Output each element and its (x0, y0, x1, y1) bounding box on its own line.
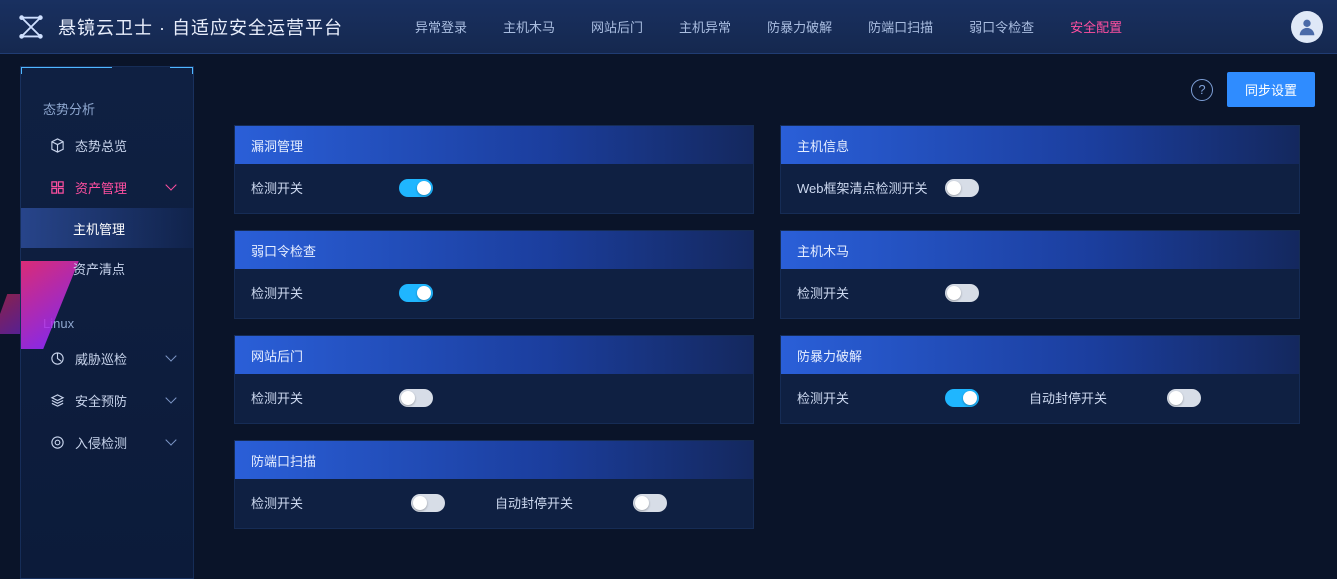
target-icon (49, 434, 65, 450)
layers-icon (49, 392, 65, 408)
cube-icon (49, 137, 65, 153)
detect-switch[interactable] (399, 389, 433, 407)
main-content: ? 同步设置 漏洞管理 检测开关 主机信息 Web框架清点检测开关 弱口令 (212, 54, 1337, 579)
detect-switch[interactable] (945, 179, 979, 197)
panel-title: 防暴力破解 (781, 336, 1299, 374)
topnav-brute-force[interactable]: 防暴力破解 (749, 0, 850, 53)
auto-block-switch[interactable] (633, 494, 667, 512)
panel-title: 防端口扫描 (235, 441, 753, 479)
sidebar-item-label: 资产管理 (75, 178, 127, 197)
sidebar-item-label: 入侵检测 (75, 433, 127, 452)
panel-brute-force: 防暴力破解 检测开关 自动封停开关 (780, 335, 1300, 424)
grid-icon (49, 179, 65, 195)
sidebar-item-threat-patrol[interactable]: 威胁巡检 (21, 337, 193, 379)
switch-label: 检测开关 (797, 283, 945, 302)
panel-title: 网站后门 (235, 336, 753, 374)
switch-label: 自动封停开关 (495, 493, 573, 512)
switch-label: Web框架清点检测开关 (797, 178, 945, 197)
top-nav: 异常登录 主机木马 网站后门 主机异常 防暴力破解 防端口扫描 弱口令检查 安全… (397, 0, 1140, 53)
panel-title: 弱口令检查 (235, 231, 753, 269)
detect-switch[interactable] (411, 494, 445, 512)
detect-switch[interactable] (945, 389, 979, 407)
detect-switch[interactable] (399, 179, 433, 197)
user-avatar[interactable] (1291, 11, 1323, 43)
radar-icon (49, 350, 65, 366)
sidebar-item-label: 威胁巡检 (75, 349, 127, 368)
topnav-host-trojan[interactable]: 主机木马 (485, 0, 573, 53)
sidebar-item-intrusion-detect[interactable]: 入侵检测 (21, 421, 193, 463)
sidebar: 态势分析 态势总览 资产管理 主机管理 资产清点 Linux 威胁巡检 (20, 66, 194, 579)
brand-title: 悬镜云卫士 · 自适应安全运营平台 (58, 14, 343, 40)
sync-settings-button[interactable]: 同步设置 (1227, 72, 1315, 107)
topnav-port-scan[interactable]: 防端口扫描 (850, 0, 951, 53)
switch-label: 检测开关 (251, 388, 399, 407)
panel-web-backdoor: 网站后门 检测开关 (234, 335, 754, 424)
panel-title: 主机信息 (781, 126, 1299, 164)
brand-logo-icon (14, 10, 48, 44)
panel-host-info: 主机信息 Web框架清点检测开关 (780, 125, 1300, 214)
panel-vuln-mgmt: 漏洞管理 检测开关 (234, 125, 754, 214)
sidebar-sub-asset-inventory[interactable]: 资产清点 (21, 248, 193, 288)
topnav-host-abnormal[interactable]: 主机异常 (661, 0, 749, 53)
switch-label: 检测开关 (251, 283, 399, 302)
switch-label: 自动封停开关 (1029, 388, 1107, 407)
switch-label: 检测开关 (251, 178, 399, 197)
topnav-security-config[interactable]: 安全配置 (1052, 0, 1140, 53)
sidebar-item-label: 态势总览 (75, 136, 127, 155)
sidebar-section-situation: 态势分析 (21, 89, 193, 124)
sidebar-item-asset-mgmt[interactable]: 资产管理 (21, 166, 193, 208)
panel-weak-pwd: 弱口令检查 检测开关 (234, 230, 754, 319)
panel-grid: 漏洞管理 检测开关 主机信息 Web框架清点检测开关 弱口令检查 检 (234, 125, 1315, 529)
toolbar: ? 同步设置 (234, 72, 1315, 107)
auto-block-switch[interactable] (1167, 389, 1201, 407)
help-icon[interactable]: ? (1191, 79, 1213, 101)
sidebar-item-label: 安全预防 (75, 391, 127, 410)
topnav-weak-pwd[interactable]: 弱口令检查 (951, 0, 1052, 53)
sidebar-item-label: 主机管理 (73, 219, 125, 238)
sidebar-item-security-prevent[interactable]: 安全预防 (21, 379, 193, 421)
detect-switch[interactable] (945, 284, 979, 302)
switch-label: 检测开关 (251, 493, 321, 512)
sidebar-item-overview[interactable]: 态势总览 (21, 124, 193, 166)
switch-label: 检测开关 (797, 388, 945, 407)
detect-switch[interactable] (399, 284, 433, 302)
sidebar-section-linux: Linux (21, 306, 193, 337)
header-bar: 悬镜云卫士 · 自适应安全运营平台 异常登录 主机木马 网站后门 主机异常 防暴… (0, 0, 1337, 54)
panel-title: 主机木马 (781, 231, 1299, 269)
sidebar-item-label: 资产清点 (73, 259, 125, 278)
sidebar-sub-host-mgmt[interactable]: 主机管理 (21, 208, 193, 248)
topnav-abnormal-login[interactable]: 异常登录 (397, 0, 485, 53)
topnav-web-backdoor[interactable]: 网站后门 (573, 0, 661, 53)
panel-host-trojan: 主机木马 检测开关 (780, 230, 1300, 319)
panel-title: 漏洞管理 (235, 126, 753, 164)
panel-port-scan: 防端口扫描 检测开关 自动封停开关 (234, 440, 754, 529)
